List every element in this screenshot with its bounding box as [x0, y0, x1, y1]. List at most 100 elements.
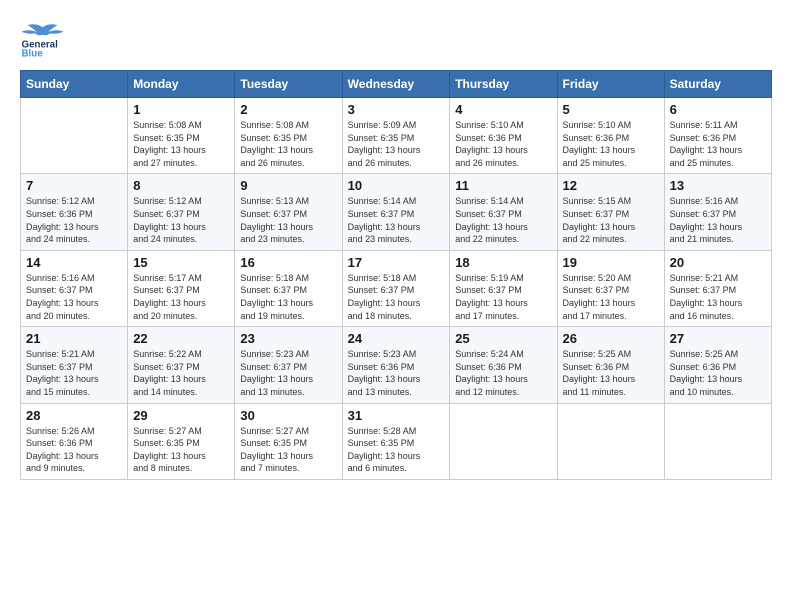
calendar-cell: 14 Sunrise: 5:16 AM Sunset: 6:37 PM Dayli…: [21, 250, 128, 326]
day-info: Sunrise: 5:28 AM Sunset: 6:35 PM Dayligh…: [348, 425, 445, 475]
weekday-header-monday: Monday: [128, 71, 235, 98]
day-number: 16: [240, 255, 336, 270]
day-number: 29: [133, 408, 229, 423]
day-info: Sunrise: 5:17 AM Sunset: 6:37 PM Dayligh…: [133, 272, 229, 322]
calendar-cell: 18 Sunrise: 5:19 AM Sunset: 6:37 PM Dayli…: [450, 250, 557, 326]
calendar-cell: 3 Sunrise: 5:09 AM Sunset: 6:35 PM Daylig…: [342, 98, 450, 174]
calendar-cell: 1 Sunrise: 5:08 AM Sunset: 6:35 PM Daylig…: [128, 98, 235, 174]
weekday-header-saturday: Saturday: [664, 71, 771, 98]
day-info: Sunrise: 5:14 AM Sunset: 6:37 PM Dayligh…: [455, 195, 551, 245]
day-number: 14: [26, 255, 122, 270]
page-header: General Blue: [20, 20, 772, 60]
calendar-cell: 30 Sunrise: 5:27 AM Sunset: 6:35 PM Dayli…: [235, 403, 342, 479]
day-number: 19: [563, 255, 659, 270]
day-info: Sunrise: 5:18 AM Sunset: 6:37 PM Dayligh…: [240, 272, 336, 322]
day-number: 3: [348, 102, 445, 117]
day-number: 8: [133, 178, 229, 193]
calendar-cell: 11 Sunrise: 5:14 AM Sunset: 6:37 PM Dayli…: [450, 174, 557, 250]
calendar-week-row: 7Sunrise: 5:12 AM Sunset: 6:36 PM Daylig…: [21, 174, 772, 250]
weekday-header-row: SundayMondayTuesdayWednesdayThursdayFrid…: [21, 71, 772, 98]
calendar-cell: 23Sunrise: 5:23 AM Sunset: 6:37 PM Dayli…: [235, 327, 342, 403]
day-number: 26: [563, 331, 659, 346]
day-number: 28: [26, 408, 122, 423]
day-info: Sunrise: 5:22 AM Sunset: 6:37 PM Dayligh…: [133, 348, 229, 398]
calendar-cell: 28 Sunrise: 5:26 AM Sunset: 6:36 PM Dayli…: [21, 403, 128, 479]
day-info: Sunrise: 5:09 AM Sunset: 6:35 PM Dayligh…: [348, 119, 445, 169]
day-info: Sunrise: 5:11 AM Sunset: 6:36 PM Dayligh…: [670, 119, 766, 169]
calendar-cell: [664, 403, 771, 479]
day-number: 11: [455, 178, 551, 193]
calendar-cell: 12 Sunrise: 5:15 AM Sunset: 6:37 PM Dayli…: [557, 174, 664, 250]
day-info: Sunrise: 5:27 AM Sunset: 6:35 PM Dayligh…: [240, 425, 336, 475]
calendar-cell: 15 Sunrise: 5:17 AM Sunset: 6:37 PM Dayli…: [128, 250, 235, 326]
day-info: Sunrise: 5:13 AM Sunset: 6:37 PM Dayligh…: [240, 195, 336, 245]
day-info: Sunrise: 5:14 AM Sunset: 6:37 PM Dayligh…: [348, 195, 445, 245]
day-info: Sunrise: 5:16 AM Sunset: 6:37 PM Dayligh…: [670, 195, 766, 245]
calendar-week-row: 21 Sunrise: 5:21 AM Sunset: 6:37 PM Dayli…: [21, 327, 772, 403]
day-number: 30: [240, 408, 336, 423]
calendar-cell: 24Sunrise: 5:23 AM Sunset: 6:36 PM Dayli…: [342, 327, 450, 403]
day-info: Sunrise: 5:21 AM Sunset: 6:37 PM Dayligh…: [26, 348, 122, 398]
calendar-cell: 19 Sunrise: 5:20 AM Sunset: 6:37 PM Dayli…: [557, 250, 664, 326]
calendar-cell: 29 Sunrise: 5:27 AM Sunset: 6:35 PM Dayli…: [128, 403, 235, 479]
day-number: 15: [133, 255, 229, 270]
svg-text:Blue: Blue: [22, 49, 44, 60]
day-info: Sunrise: 5:18 AM Sunset: 6:37 PM Dayligh…: [348, 272, 445, 322]
generalblue-logo-icon: General Blue: [20, 20, 65, 60]
day-info: Sunrise: 5:24 AM Sunset: 6:36 PM Dayligh…: [455, 348, 551, 398]
calendar-cell: [21, 98, 128, 174]
day-info: Sunrise: 5:08 AM Sunset: 6:35 PM Dayligh…: [133, 119, 229, 169]
day-info: Sunrise: 5:26 AM Sunset: 6:36 PM Dayligh…: [26, 425, 122, 475]
day-number: 24: [348, 331, 445, 346]
day-number: 10: [348, 178, 445, 193]
logo: General Blue: [20, 20, 65, 60]
day-number: 17: [348, 255, 445, 270]
calendar-cell: 2Sunrise: 5:08 AM Sunset: 6:35 PM Daylig…: [235, 98, 342, 174]
day-info: Sunrise: 5:20 AM Sunset: 6:37 PM Dayligh…: [563, 272, 659, 322]
day-number: 4: [455, 102, 551, 117]
calendar-cell: 25 Sunrise: 5:24 AM Sunset: 6:36 PM Dayli…: [450, 327, 557, 403]
calendar-cell: 7Sunrise: 5:12 AM Sunset: 6:36 PM Daylig…: [21, 174, 128, 250]
calendar-cell: 6 Sunrise: 5:11 AM Sunset: 6:36 PM Daylig…: [664, 98, 771, 174]
calendar-cell: 27 Sunrise: 5:25 AM Sunset: 6:36 PM Dayli…: [664, 327, 771, 403]
calendar-week-row: 1 Sunrise: 5:08 AM Sunset: 6:35 PM Daylig…: [21, 98, 772, 174]
day-number: 25: [455, 331, 551, 346]
day-number: 5: [563, 102, 659, 117]
calendar-cell: 17 Sunrise: 5:18 AM Sunset: 6:37 PM Dayli…: [342, 250, 450, 326]
calendar-cell: 13Sunrise: 5:16 AM Sunset: 6:37 PM Dayli…: [664, 174, 771, 250]
day-info: Sunrise: 5:25 AM Sunset: 6:36 PM Dayligh…: [670, 348, 766, 398]
calendar-cell: 10 Sunrise: 5:14 AM Sunset: 6:37 PM Dayli…: [342, 174, 450, 250]
day-number: 9: [240, 178, 336, 193]
day-number: 21: [26, 331, 122, 346]
day-info: Sunrise: 5:19 AM Sunset: 6:37 PM Dayligh…: [455, 272, 551, 322]
day-number: 6: [670, 102, 766, 117]
calendar-cell: 20Sunrise: 5:21 AM Sunset: 6:37 PM Dayli…: [664, 250, 771, 326]
day-info: Sunrise: 5:12 AM Sunset: 6:36 PM Dayligh…: [26, 195, 122, 245]
day-info: Sunrise: 5:25 AM Sunset: 6:36 PM Dayligh…: [563, 348, 659, 398]
weekday-header-thursday: Thursday: [450, 71, 557, 98]
weekday-header-wednesday: Wednesday: [342, 71, 450, 98]
day-info: Sunrise: 5:21 AM Sunset: 6:37 PM Dayligh…: [670, 272, 766, 322]
calendar-cell: [557, 403, 664, 479]
day-info: Sunrise: 5:12 AM Sunset: 6:37 PM Dayligh…: [133, 195, 229, 245]
day-info: Sunrise: 5:15 AM Sunset: 6:37 PM Dayligh…: [563, 195, 659, 245]
day-number: 22: [133, 331, 229, 346]
day-number: 18: [455, 255, 551, 270]
calendar-cell: 16 Sunrise: 5:18 AM Sunset: 6:37 PM Dayli…: [235, 250, 342, 326]
calendar-cell: [450, 403, 557, 479]
calendar-week-row: 14 Sunrise: 5:16 AM Sunset: 6:37 PM Dayli…: [21, 250, 772, 326]
calendar-cell: 22 Sunrise: 5:22 AM Sunset: 6:37 PM Dayli…: [128, 327, 235, 403]
calendar-cell: 26 Sunrise: 5:25 AM Sunset: 6:36 PM Dayli…: [557, 327, 664, 403]
calendar-cell: 5 Sunrise: 5:10 AM Sunset: 6:36 PM Daylig…: [557, 98, 664, 174]
day-info: Sunrise: 5:10 AM Sunset: 6:36 PM Dayligh…: [455, 119, 551, 169]
calendar-cell: 4 Sunrise: 5:10 AM Sunset: 6:36 PM Daylig…: [450, 98, 557, 174]
day-info: Sunrise: 5:27 AM Sunset: 6:35 PM Dayligh…: [133, 425, 229, 475]
calendar-cell: 9 Sunrise: 5:13 AM Sunset: 6:37 PM Daylig…: [235, 174, 342, 250]
day-number: 12: [563, 178, 659, 193]
day-info: Sunrise: 5:16 AM Sunset: 6:37 PM Dayligh…: [26, 272, 122, 322]
day-info: Sunrise: 5:10 AM Sunset: 6:36 PM Dayligh…: [563, 119, 659, 169]
day-number: 27: [670, 331, 766, 346]
calendar-cell: 31Sunrise: 5:28 AM Sunset: 6:35 PM Dayli…: [342, 403, 450, 479]
day-number: 1: [133, 102, 229, 117]
weekday-header-tuesday: Tuesday: [235, 71, 342, 98]
